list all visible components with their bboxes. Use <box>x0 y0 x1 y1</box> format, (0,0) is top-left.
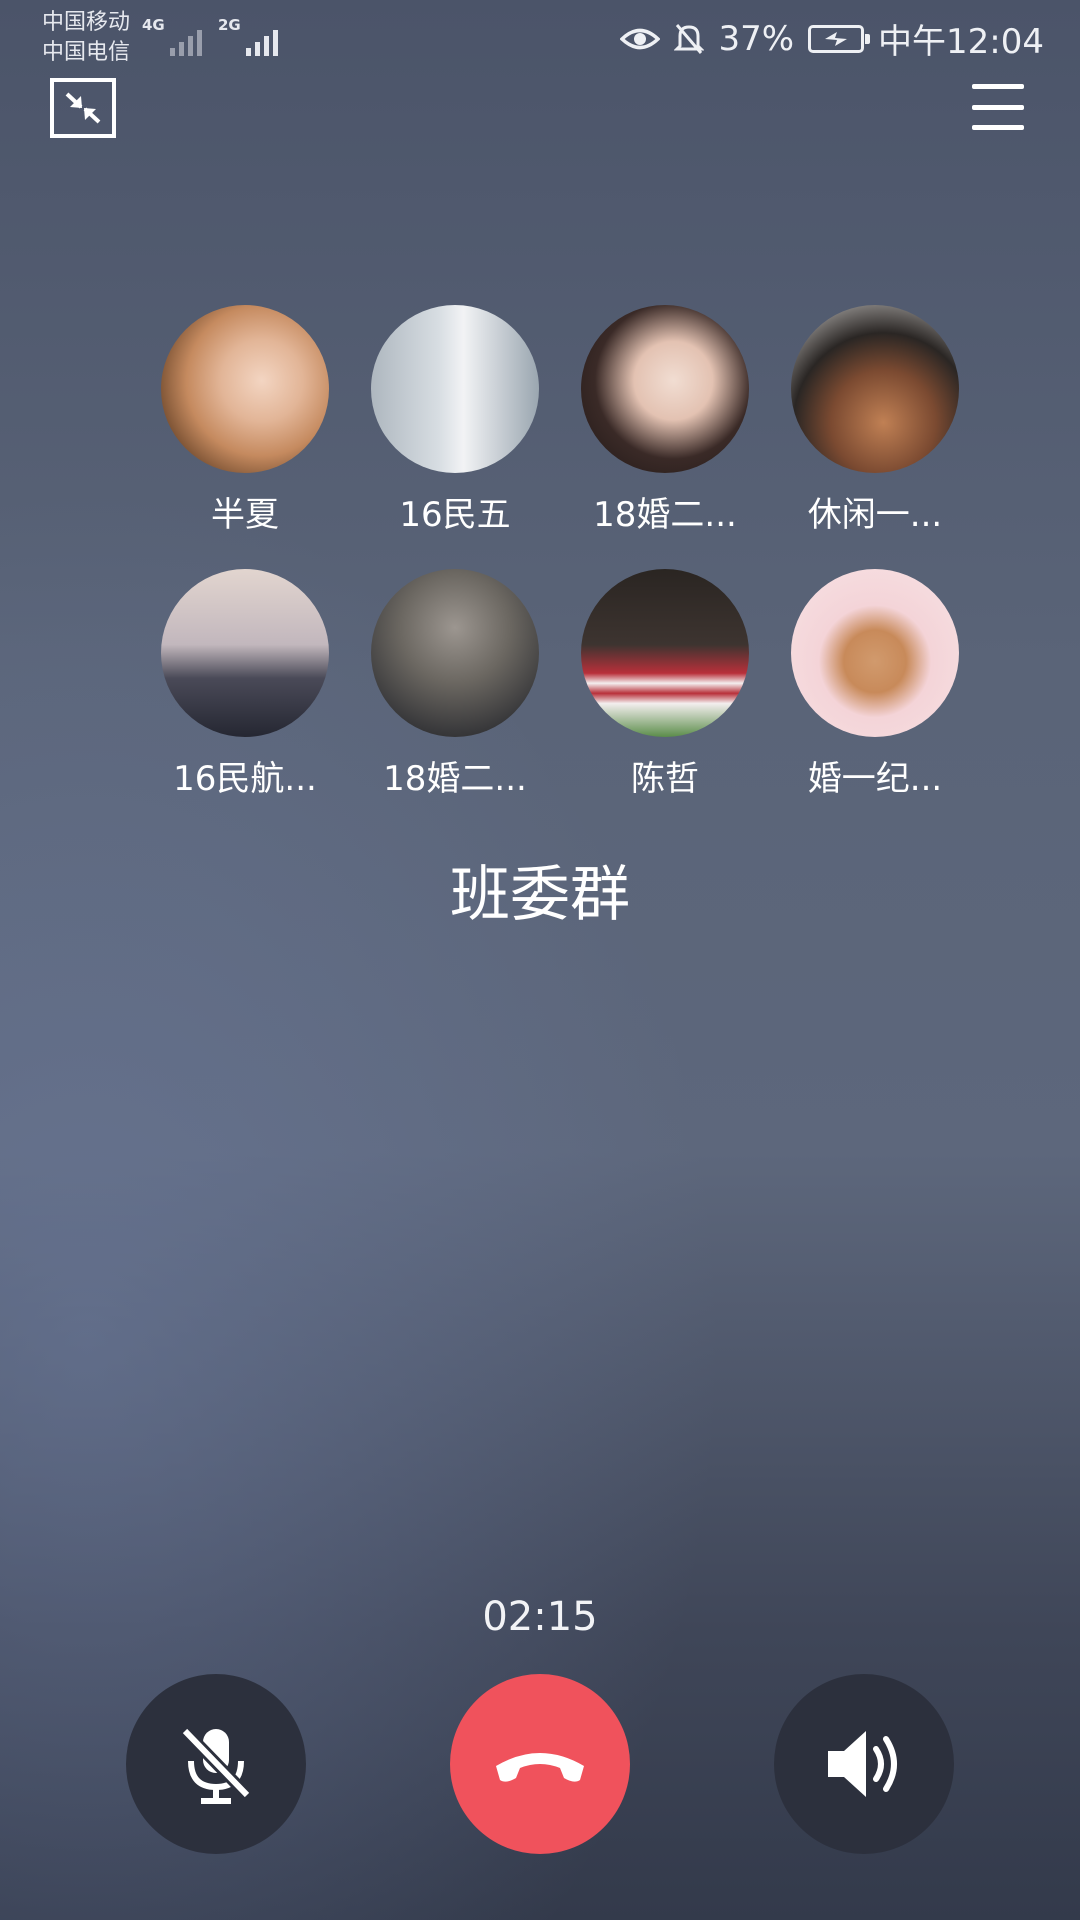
member-name: 休闲一... <box>807 495 943 535</box>
avatar <box>161 569 329 737</box>
member-item[interactable]: 18婚二... <box>560 305 770 535</box>
signal-indicators: 4G 2G <box>142 16 278 56</box>
shrink-arrows-icon <box>65 92 101 124</box>
avatar <box>161 305 329 473</box>
member-name: 18婚二... <box>383 759 527 799</box>
member-item[interactable]: 休闲一... <box>770 305 980 535</box>
member-name: 18婚二... <box>593 495 737 535</box>
clock: 中午12:04 <box>878 22 1044 62</box>
menu-icon-line <box>972 104 1024 110</box>
member-item[interactable]: 16民五 <box>350 305 560 535</box>
avatar <box>581 569 749 737</box>
menu-icon-line <box>972 84 1024 89</box>
battery-charging-icon <box>808 24 871 53</box>
notifications-off-icon <box>674 23 705 54</box>
carrier-1: 中国移动 <box>42 10 131 35</box>
carrier-2: 中国电信 <box>42 40 131 65</box>
status-right: 37% 中午12:04 <box>620 14 1044 63</box>
call-members-grid: 半夏 16民五 18婚二... 休闲一... 16民航... 18婚二... 陈… <box>140 305 959 799</box>
member-item[interactable]: 婚一纪... <box>770 569 980 799</box>
menu-icon-line <box>972 125 1024 130</box>
signal-4g-icon: 4G <box>142 16 202 56</box>
speaker-icon <box>828 1731 897 1797</box>
mute-button[interactable] <box>126 1674 306 1854</box>
eye-icon <box>620 28 661 49</box>
avatar <box>371 305 539 473</box>
avatar <box>581 305 749 473</box>
member-item[interactable]: 16民航... <box>140 569 350 799</box>
carrier-labels: 中国移动 中国电信 <box>42 8 130 68</box>
avatar <box>791 305 959 473</box>
microphone-off-icon <box>180 1726 252 1804</box>
member-name: 16民航... <box>173 759 317 799</box>
phone-hangup-icon <box>496 1753 584 1782</box>
member-item[interactable]: 18婚二... <box>350 569 560 799</box>
minimize-call-button[interactable] <box>50 78 116 138</box>
avatar <box>791 569 959 737</box>
network-type-2: 2G <box>218 16 241 34</box>
call-timer: 02:15 <box>482 1594 598 1640</box>
member-item[interactable]: 半夏 <box>140 305 350 535</box>
avatar <box>371 569 539 737</box>
status-bar: 中国移动 中国电信 4G 2G 37% 中午12:04 <box>0 0 1080 72</box>
battery-percent: 37% <box>718 18 795 59</box>
speaker-button[interactable] <box>774 1674 954 1854</box>
signal-2g-icon: 2G <box>218 16 278 56</box>
member-name: 陈哲 <box>631 759 699 799</box>
member-name: 16民五 <box>399 495 511 535</box>
member-item[interactable]: 陈哲 <box>560 569 770 799</box>
menu-button[interactable] <box>972 84 1024 130</box>
member-name: 婚一纪... <box>807 759 943 799</box>
member-name: 半夏 <box>211 495 279 535</box>
group-name: 班委群 <box>450 860 630 930</box>
network-type-1: 4G <box>142 16 165 34</box>
hangup-button[interactable] <box>450 1674 630 1854</box>
